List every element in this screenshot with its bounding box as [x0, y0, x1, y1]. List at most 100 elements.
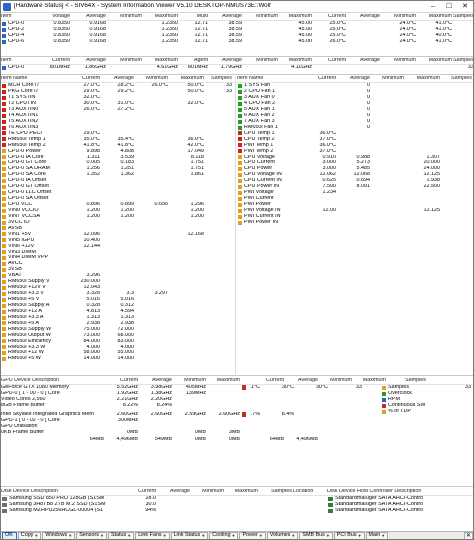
sensor-icon [2, 119, 6, 124]
table-row[interactable]: CPU-0 0.8350 0.9168 1.2350 12.71 38.59 45.00 25… [1, 21, 473, 27]
main-window: [Hardware Status] < - SIV64X - System In… [0, 0, 474, 540]
toolbar-button-copy[interactable]: Copy ▼ [17, 532, 42, 539]
sensor-row[interactable]: PKG Core I7 29.0°C 29.2°C 50.0°C 33 [1, 89, 234, 95]
sensor-value: 1.251 [120, 166, 135, 172]
sensor-icon [2, 149, 6, 154]
table-row[interactable]: CPU-6 0.8350 0.9168 1.2350 12.71 38.59 45.00 26… [1, 39, 473, 45]
sensor-value: 5.016 [120, 297, 135, 303]
sensor-label: VIN3 DIMM [8, 249, 36, 255]
sensor-row[interactable]: CPU Current IN 0.625 0.694 1.938 [237, 178, 473, 184]
sensor-row[interactable]: CPU-0 Power 9.898 4.808 17.049 [1, 148, 234, 154]
sensor-row[interactable]: CPU Voltage IN 12.062 12.068 12.125 [237, 172, 473, 178]
sensor-name: 3VSB [1, 267, 67, 272]
sensor-row[interactable]: CPU Power 3.000 5.485 24.000 [237, 166, 473, 172]
summary-value: 1.79GHz [220, 65, 242, 71]
sensor-value: 0.896 [86, 202, 101, 208]
column-header: Maximum [288, 58, 312, 64]
sensor-row[interactable]: CPU VCC 0.896 0.899 0.656 1.296 [1, 202, 234, 208]
sensor-name: CPU-0 SA Offset [1, 196, 67, 201]
toolbar-button-smb-bus[interactable]: SMB Bus ▼ [299, 532, 333, 539]
sensor-name: 3 AUX Fan 0 [237, 95, 303, 100]
minimize-button[interactable]: – [425, 1, 441, 12]
gpu-value: 8.22% [122, 403, 138, 409]
sensors-right-table: Item Name Current Average Minimum Maximum Sam… [237, 76, 473, 374]
close-button[interactable]: ✕ [457, 1, 473, 12]
sensor-name: PWI Temp 2 [237, 149, 303, 154]
sensor-value: 4.000 [120, 344, 135, 350]
sensor-name: PWI Current IN [237, 214, 303, 219]
toolbar-close-button[interactable]: ✕ [463, 532, 473, 539]
sensor-row[interactable]: RM650i Temp 1 35.0°C 35.4°C 36.0°C [1, 136, 234, 142]
toolbar-button-windows[interactable]: Windows ▼ [42, 532, 76, 539]
sensor-row[interactable]: PWI Power IN [237, 220, 473, 226]
sensor-value: 3.3 [126, 291, 135, 297]
gpu-value: 2.21GHz [116, 397, 138, 403]
sensor-label: CPU-0 IA Offset [8, 178, 47, 184]
sensor-row[interactable]: RM650i Temp 2 41.8°C 41.8°C 42.0°C [1, 142, 234, 148]
toolbar-button-volumes[interactable]: Volumes ▼ [266, 532, 299, 539]
sensor-icon [238, 220, 242, 225]
toolbar-button-status[interactable]: Status ▼ [107, 532, 135, 539]
sensor-label: TE CPU PECI [8, 130, 42, 136]
column-header: Item Name [1, 76, 28, 82]
column-header: Minimum [256, 14, 278, 20]
sensor-label: CPU-0 SA DRAM [8, 166, 50, 172]
sensor-icon [2, 339, 6, 344]
toolbar-button-link-fans[interactable]: Link Fans ▼ [135, 532, 170, 539]
gpu-value: 2.60GHz [218, 412, 240, 418]
sensor-row[interactable]: CPU-0 SA DRAM 1.256 1.251 1.751 [1, 166, 234, 172]
toolbar-button-main[interactable]: Main ▼ [365, 532, 389, 539]
toolbar-button-pci-bus[interactable]: PCI Bus ▼ [333, 532, 365, 539]
toolbar-button-sensors[interactable]: Sensors ▼ [76, 532, 107, 539]
sensor-row[interactable]: T2 CPUTIN 30.0°C 31.0°C 32.0°C [1, 101, 234, 107]
sensor-label: 1 SYS Fan [244, 83, 271, 89]
sensor-row[interactable]: VIN7 VCCSA 1.200 1.200 1.200 [1, 214, 234, 220]
column-header: Average [222, 14, 242, 20]
sensor-value: 9.898 [86, 148, 101, 154]
sensor-label: RM650i +3.3 A [8, 314, 44, 320]
sensor-icon [2, 285, 6, 290]
sensor-value: 1.307 [426, 154, 441, 160]
sensor-label: VIN4 DIMM VPP [8, 255, 49, 261]
sensor-row[interactable]: MCH Core I7 27.0°C 28.2°C 26.0°C 50.0°C 33 [1, 83, 234, 89]
sensor-icon [2, 279, 6, 284]
disk-icon [2, 496, 7, 501]
sensor-icon [2, 357, 6, 362]
sensor-row[interactable]: CPU Current 3.000 5.273 20.000 [237, 160, 473, 166]
sensor-row[interactable]: CPU-0 GT Core 0.005 0.183 1.751 [1, 160, 234, 166]
disk-label: Samsung 3H8TB8 2TB M.2 SSD (S1SM [9, 502, 106, 508]
toolbar-button-link-status[interactable]: Link Status ▼ [170, 532, 209, 539]
gpu-value: 8.4% [281, 412, 294, 418]
toolbar-button-ok[interactable]: OK [2, 532, 17, 539]
table-row[interactable]: CPU-2 0.8350 0.9168 1.2350 12.71 38.59 45.00 25… [1, 27, 473, 33]
sensor-row[interactable]: CPU-0 IA Core 1.311 3.539 8.118 [1, 154, 234, 160]
table-row[interactable]: CPU-4 0.8350 0.9168 1.2350 12.71 38.59 45.00 25… [1, 33, 473, 39]
button-label: Copy [20, 532, 34, 539]
column-header: Disk Device Description [1, 489, 58, 495]
sensor-row[interactable]: RM650i +5 W 14.000 14.000 [1, 356, 234, 362]
column-header: GPU Device Description [1, 378, 60, 384]
sensor-name: VIN0 VCCIO [1, 208, 67, 213]
toolbar-button-cooling[interactable]: Cooling ▼ [209, 532, 239, 539]
sensor-row[interactable]: CPU-0 SA Core 1.352 1.362 1.861 [1, 172, 234, 178]
sensor-value: 42.0°C [187, 142, 204, 148]
sensor-name: AVCC [1, 261, 67, 266]
toolbar-button-power[interactable]: Power ▼ [239, 532, 266, 539]
window-title: [Hardware Status] < - SIV64X - System In… [14, 3, 271, 10]
table-row[interactable]: CPU-0 801MHz 1.86GHz 4.61GHz 801MHz 1.79GHz 4.… [1, 65, 473, 71]
button-label: Status [110, 532, 127, 539]
sensor-value: 1.200 [120, 213, 135, 219]
sensor-row[interactable]: VIN0 VCCIO 1.200 1.200 1.200 [1, 208, 234, 214]
sensor-name: VIN7 VCCSA [1, 214, 67, 219]
gpu-row[interactable]: 0KB Frame Buffer 0MB 0MB 3MB [1, 430, 473, 436]
maximize-button[interactable]: ☐ [441, 1, 457, 12]
column-header: Average [360, 58, 380, 64]
sensor-value: 0.005 [86, 160, 101, 166]
sensor-row[interactable]: CPU Power IN 7.500 8.091 22.500 [237, 184, 473, 190]
sensor-name: T6 AUXTIN3 [1, 125, 67, 130]
disk-row[interactable]: Samsung MZHPU256HCGL-00004 (S1 94% Standar… [1, 508, 473, 514]
sensor-row[interactable]: CPU Voltage 0.910 0.988 1.307 [237, 154, 473, 160]
sensor-value: 5.016 [86, 297, 101, 303]
core-value: 1.2350 [161, 33, 179, 39]
disk-icon [2, 502, 7, 507]
